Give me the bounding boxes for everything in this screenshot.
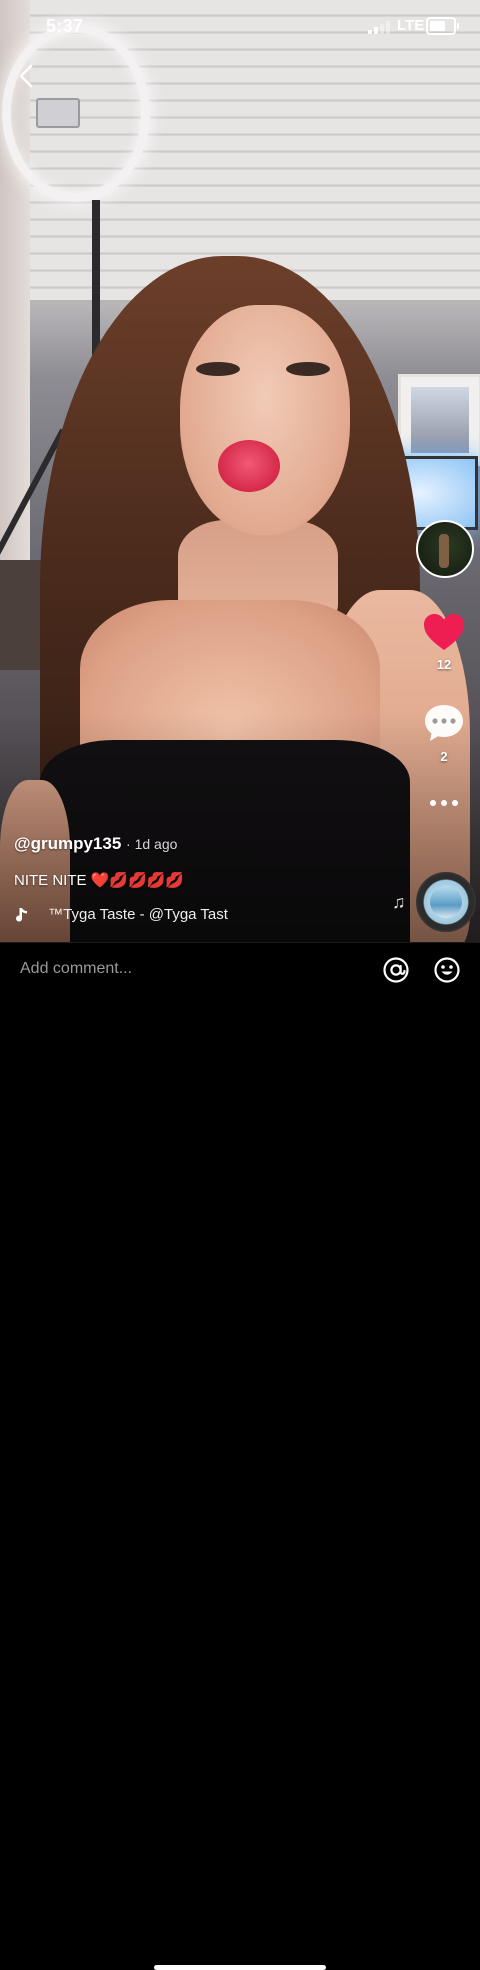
sound-disc-button[interactable]	[416, 872, 476, 932]
cell-signal-icon	[368, 20, 392, 34]
smiley-face-icon	[434, 957, 460, 983]
music-track-text: ™Tyga Taste - @Tyga Tast	[48, 906, 228, 923]
emoji-button[interactable]	[433, 956, 461, 984]
heart-icon	[424, 614, 464, 650]
caption-emoji: ❤️💋💋💋💋	[90, 872, 185, 889]
video-caption: NITE NITE ❤️💋💋💋💋	[14, 871, 184, 889]
status-bar: 5:37 LTE	[0, 0, 480, 52]
post-age: 1d ago	[134, 836, 178, 852]
photo-frame	[398, 374, 480, 466]
more-options-button[interactable]	[416, 794, 472, 806]
music-ticker[interactable]: ™Tyga Taste - @Tyga Tast	[14, 906, 254, 926]
phone-holder	[36, 98, 80, 128]
author-line[interactable]: @grumpy135 · 1d ago	[14, 834, 177, 854]
person-face	[180, 305, 350, 535]
battery-fill	[430, 21, 445, 31]
add-comment-input[interactable]: Add comment...	[20, 960, 360, 982]
sound-cover	[430, 886, 462, 918]
status-time: 5:37	[46, 16, 84, 36]
network-type: LTE	[397, 17, 425, 34]
caption-text: NITE NITE	[14, 872, 87, 889]
battery-icon	[426, 17, 459, 35]
music-notes-icon: ♫	[392, 892, 406, 912]
comment-bar: Add comment...	[0, 942, 480, 1970]
at-sign-icon	[383, 957, 409, 983]
back-button[interactable]	[14, 62, 42, 90]
chevron-left-icon	[19, 64, 33, 88]
mention-button[interactable]	[382, 956, 410, 984]
author-handle[interactable]: @grumpy135	[14, 834, 121, 853]
home-indicator	[154, 1965, 326, 1970]
person-lips	[218, 440, 280, 492]
person-eye	[196, 362, 240, 376]
comment-bubble-icon	[425, 705, 463, 741]
like-count: 12	[436, 657, 452, 672]
music-note-icon	[16, 908, 27, 922]
more-dots-icon	[416, 794, 472, 806]
creator-avatar[interactable]	[416, 520, 474, 578]
comment-count: 2	[440, 749, 448, 764]
person-eye	[286, 362, 330, 376]
like-button[interactable]: 12	[416, 612, 472, 672]
divider	[0, 942, 480, 943]
video-frame[interactable]	[0, 0, 480, 942]
comment-button[interactable]: 2	[416, 702, 472, 764]
